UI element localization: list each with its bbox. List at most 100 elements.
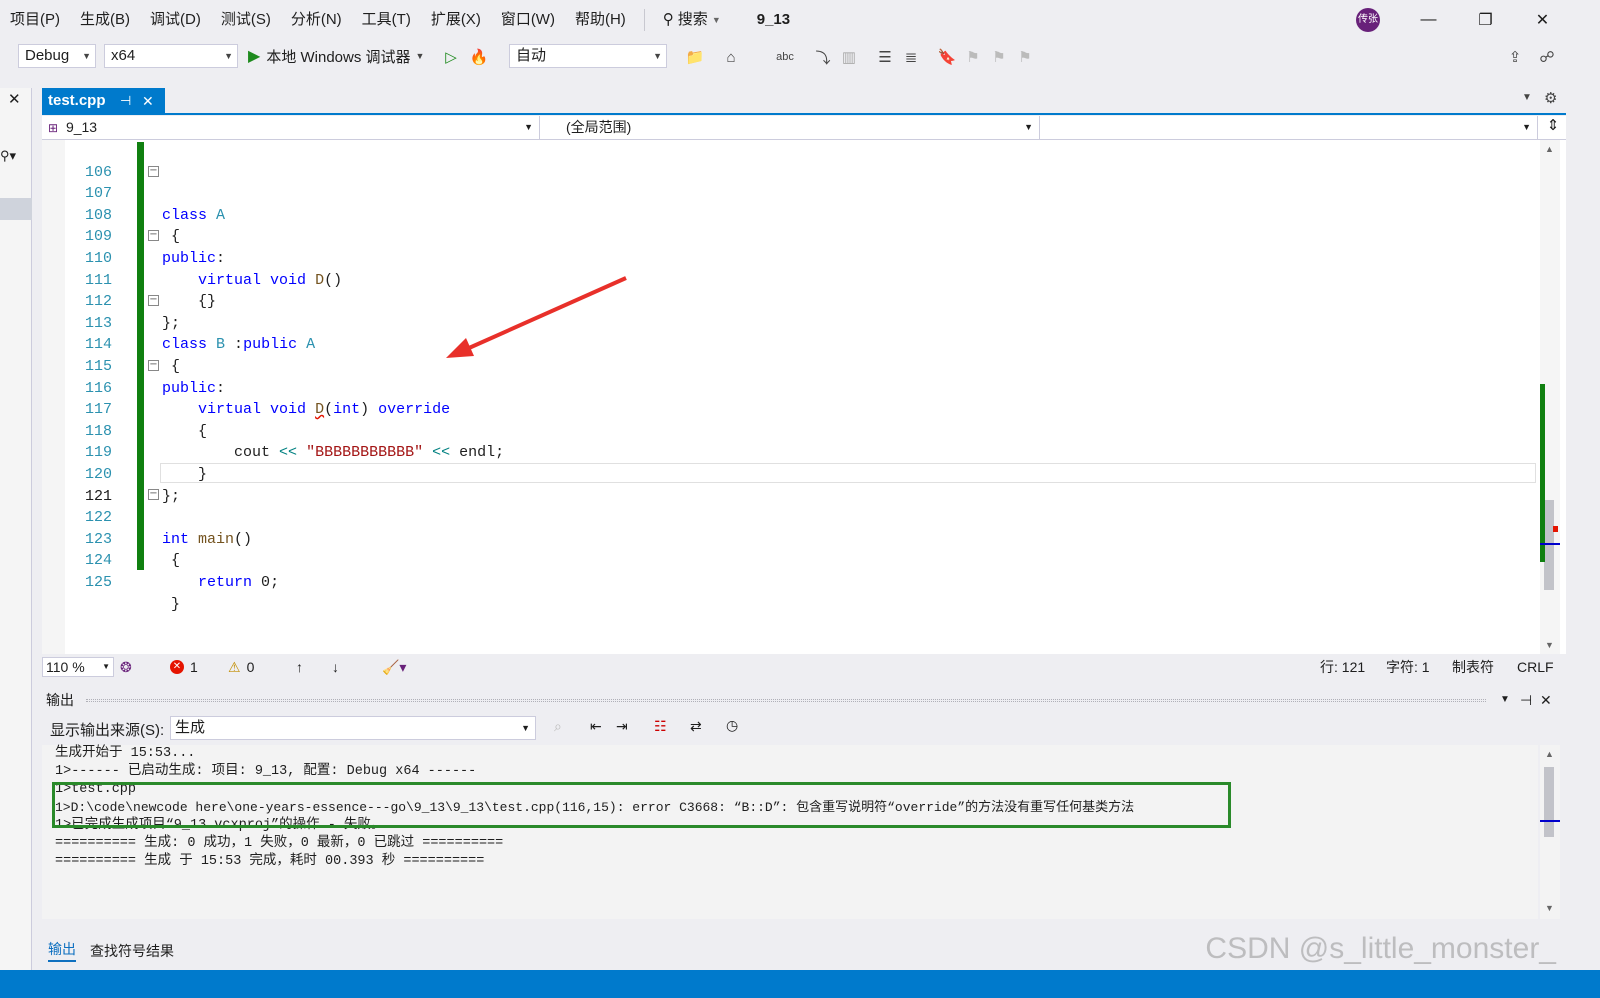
chevron-down-icon: ▼ [415,51,425,61]
output-line: 生成开始于 15:53... [55,746,196,761]
clear-all-icon[interactable]: ☷ [654,718,667,735]
arrow-head [446,338,474,358]
menu-window[interactable]: 窗口(W) [491,0,565,40]
collapse-icon[interactable]: − [148,360,159,371]
scroll-thumb[interactable] [1544,500,1554,590]
arrow-down-icon[interactable]: ↓ [332,656,339,678]
restore-button[interactable]: ❐ [1457,0,1514,40]
collapse-icon[interactable]: − [148,295,159,306]
char-indicator[interactable]: 字符: 1 [1386,656,1430,678]
close-icon[interactable]: ✕ [1540,690,1552,710]
scroll-down-icon[interactable]: ▼ [1545,903,1554,913]
caret-marker [1540,820,1560,822]
pin-icon[interactable]: ⊣ [1520,690,1532,710]
source-select[interactable]: 生成 ▼ [170,716,536,740]
code-line: 114 { [0,313,1520,375]
output-scrollbar[interactable]: ▲ ▼ [1540,745,1560,919]
config-select[interactable]: Debug ▼ [18,44,96,68]
next-message-icon[interactable]: ⇥ [616,718,628,735]
search-button[interactable]: ⚲ 搜索 ▼ [653,0,731,40]
word-wrap-icon[interactable]: ⇄ [690,718,702,735]
error-count-value: 1 [190,659,198,675]
error-count[interactable]: ✕ 1 [170,656,198,678]
step-icon[interactable]: ⤵ [812,46,834,68]
menu-project[interactable]: 项目(P) [0,0,70,40]
output-text-area[interactable]: 生成开始于 15:53... 1>------ 已启动生成: 项目: 9_13,… [42,745,1538,919]
scope-value: (全局范围) [566,119,632,135]
bookmark-clear-icon[interactable]: ⚑ [1014,46,1036,68]
pin-icon[interactable]: ⊣ [120,88,131,114]
warning-count[interactable]: ⚠ 0 [228,656,254,678]
columns-icon[interactable]: ▥ [838,46,860,68]
start-without-debug-icon[interactable]: ▷ [440,46,462,68]
chevron-down-icon[interactable]: ▼ [1500,690,1510,710]
collapse-icon[interactable]: − [148,489,159,500]
tab-find-symbol-results[interactable]: 查找符号结果 [90,938,174,964]
menu-test[interactable]: 测试(S) [211,0,281,40]
minimize-button[interactable]: — [1400,0,1457,40]
eol-indicator[interactable]: CRLF [1517,656,1554,678]
split-icon[interactable]: ⇕ [1542,116,1564,139]
auto-select[interactable]: 自动 ▼ [509,44,667,68]
scroll-up-icon[interactable]: ▲ [1545,144,1554,154]
output-panel-header: 输出 ▼ ⊣ ✕ [42,690,1566,710]
code-line: 113 class B :public A [0,291,1520,354]
change-marker [1540,384,1545,562]
menu-extensions[interactable]: 扩展(X) [421,0,491,40]
code-text: return 0; [198,573,280,591]
bookmark-next-icon[interactable]: ⚑ [988,46,1010,68]
menu-separator [643,9,645,31]
close-icon[interactable]: ✕ [142,88,154,114]
avatar[interactable]: 传张 [1356,8,1380,32]
menu-tools[interactable]: 工具(T) [352,0,421,40]
avatar-text: 传张 [1358,14,1378,25]
code-line: 124 return 0; [0,529,1520,591]
collapse-icon[interactable]: − [148,230,159,241]
cleanup-icon[interactable]: 🧹▾ [382,656,406,678]
zoom-select[interactable]: 110 % ▼ [42,657,114,677]
tab-test-cpp[interactable]: test.cpp ⊣ ✕ [42,88,165,114]
close-window-button[interactable]: ✕ [1514,0,1571,40]
project-select[interactable]: ⊞ 9_13 ▼ [42,116,540,139]
gear-icon[interactable]: ⚙ [1544,89,1557,107]
menu-debug[interactable]: 调试(D) [140,0,211,40]
intellicode-icon[interactable]: ❂ [120,656,132,678]
spellcheck-icon[interactable]: abc [774,46,796,68]
code-line: 115 public: [0,334,1520,397]
prev-message-icon[interactable]: ⇤ [590,718,602,735]
scroll-thumb[interactable] [1544,767,1554,837]
tab-output[interactable]: 输出 [48,938,76,962]
platform-select[interactable]: x64 ▼ [104,44,238,68]
member-select[interactable]: ▼ [1042,116,1538,139]
start-debugger-button[interactable]: ▶ 本地 Windows 调试器 ▼ [248,44,424,68]
outdent-icon[interactable]: ≣ [900,46,922,68]
warning-count-value: 0 [246,659,255,675]
tab-overflow-icon[interactable]: ▼ [1522,92,1532,103]
hot-reload-icon[interactable]: 🔥 [468,46,490,68]
line-indicator[interactable]: 行: 121 [1320,656,1365,678]
feedback-icon[interactable]: ☍ [1536,46,1558,68]
menu-build[interactable]: 生成(B) [70,0,140,40]
menu-analyze[interactable]: 分析(N) [281,0,352,40]
folder-icon[interactable]: 📁 [684,46,706,68]
scroll-up-icon[interactable]: ▲ [1545,749,1554,759]
collapse-icon[interactable]: − [148,166,159,177]
close-icon[interactable]: ✕ [8,90,21,108]
arrow-up-icon[interactable]: ↑ [296,656,303,678]
indent-icon[interactable]: ☰ [874,46,896,68]
find-message-icon[interactable]: ⌕ [554,718,562,735]
arrow-shaft [459,276,627,354]
menu-help[interactable]: 帮助(H) [565,0,636,40]
platform-value: x64 [111,47,136,64]
share-icon[interactable]: ⇪ [1504,46,1526,68]
home-icon[interactable]: ⌂ [720,46,742,68]
bookmark-icon[interactable]: 🔖 [936,46,958,68]
scope-select[interactable]: (全局范围) ▼ [542,116,1040,139]
scroll-down-icon[interactable]: ▼ [1545,640,1554,650]
play-icon: ▶ [248,48,261,65]
tabs-indicator[interactable]: 制表符 [1452,656,1494,678]
caret-marker [1540,543,1560,545]
editor-scrollbar[interactable]: ▲ ▼ [1540,140,1560,654]
bookmark-prev-icon[interactable]: ⚑ [962,46,984,68]
clock-icon[interactable]: ◷ [726,717,738,734]
